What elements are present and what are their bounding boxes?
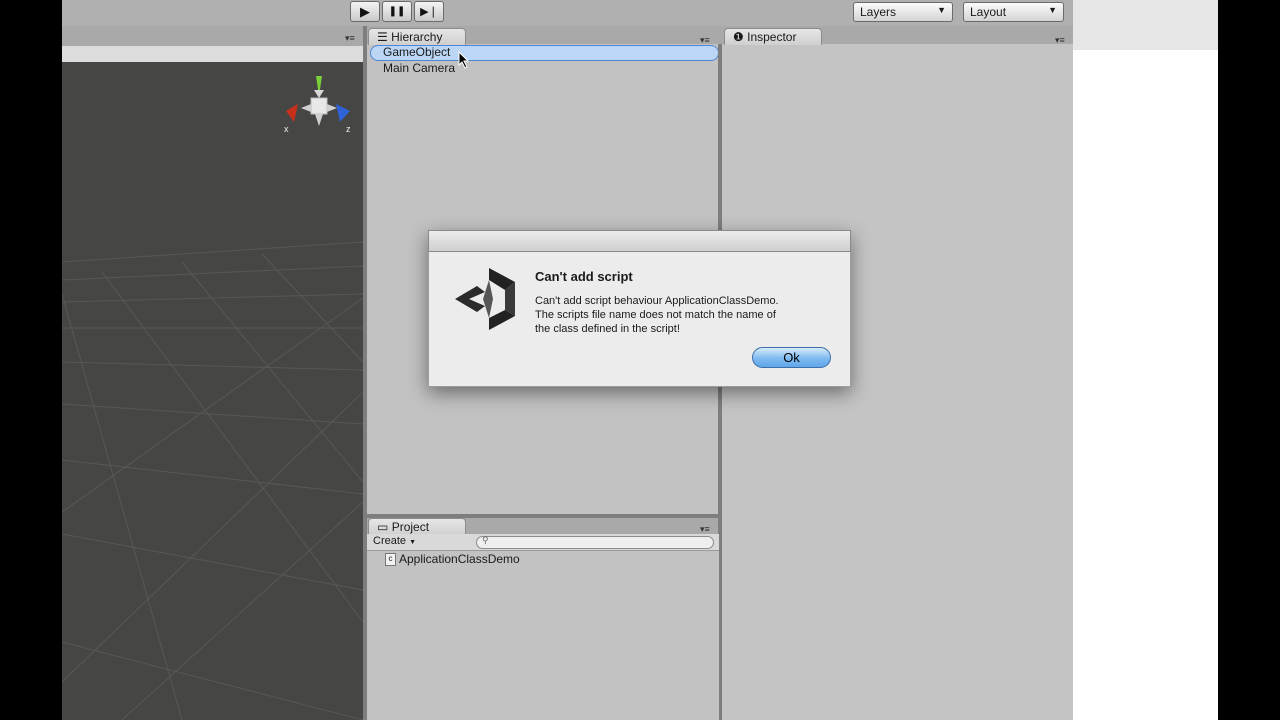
script-file-icon: c <box>385 553 396 566</box>
scene-view[interactable]: x z <box>62 62 363 720</box>
tab-inspector[interactable]: ❶ Inspector <box>724 28 822 45</box>
pause-button[interactable]: ❚❚ <box>382 1 412 22</box>
project-search-input[interactable]: ⚲ <box>476 535 714 549</box>
play-icon: ▶ <box>360 3 370 19</box>
project-tab-label: Project <box>391 520 430 534</box>
layers-dropdown-label: Layers <box>860 5 897 19</box>
desktop-area-top <box>1073 0 1218 50</box>
chevron-down-icon: ▼ <box>937 5 946 15</box>
step-button[interactable]: ▶❘ <box>414 1 444 22</box>
create-dropdown-label: Create <box>373 535 407 547</box>
chevron-down-icon: ▼ <box>1048 5 1057 15</box>
tab-project[interactable]: ▭ Project <box>368 518 466 535</box>
dialog-titlebar[interactable] <box>428 230 851 252</box>
folder-icon: ▭ <box>377 520 389 534</box>
hierarchy-tab-label: Hierarchy <box>391 30 443 44</box>
chevron-down-icon: ▼ <box>409 539 417 546</box>
hierarchy-list-icon: ☰ <box>377 30 388 44</box>
mouse-cursor-icon <box>458 51 470 69</box>
layout-dropdown[interactable]: Layout ▼ <box>963 2 1064 22</box>
scene-tab-strip: ▾≡ <box>62 26 363 46</box>
search-icon: ⚲ <box>482 535 489 545</box>
layers-dropdown[interactable]: Layers ▼ <box>853 2 953 22</box>
dialog-title: Can't add script <box>535 269 633 284</box>
create-dropdown[interactable]: Create ▼ <box>373 535 416 549</box>
hierarchy-item-gameobject[interactable]: GameObject <box>383 44 450 60</box>
ok-button[interactable]: Ok <box>752 347 831 368</box>
step-icon: ▶❘ <box>420 6 438 18</box>
tab-hierarchy[interactable]: ☰ Hierarchy <box>368 28 466 45</box>
scene-grid <box>62 241 363 720</box>
inspector-tab-label: Inspector <box>747 30 797 44</box>
info-icon: ❶ <box>733 30 744 44</box>
dialog-message-line: Can't add script behaviour ApplicationCl… <box>535 295 779 307</box>
dialog-message: Can't add script behaviour ApplicationCl… <box>535 294 779 336</box>
inspector-panel-menu-icon[interactable]: ▾≡ <box>1055 35 1065 46</box>
dialog-body: Can't add script Can't add script behavi… <box>428 252 851 387</box>
project-item-applicationclassdemo[interactable]: ApplicationClassDemo <box>399 552 520 566</box>
pause-icon: ❚❚ <box>388 6 406 17</box>
dialog-message-line: the class defined in the script! <box>535 323 680 335</box>
unity-logo-icon <box>455 268 515 330</box>
desktop-area <box>1073 0 1218 720</box>
dialog-message-line: The scripts file name does not match the… <box>535 309 776 321</box>
play-button[interactable]: ▶ <box>350 1 380 22</box>
toolbar: ▶ ❚❚ ▶❘ Layers ▼ Layout ▼ <box>62 0 1073 26</box>
gizmo-x-label: x <box>284 124 289 134</box>
error-dialog: Can't add script Can't add script behavi… <box>428 230 851 387</box>
hierarchy-item-main-camera[interactable]: Main Camera <box>383 60 455 76</box>
gizmo-z-label: z <box>346 124 351 134</box>
layout-dropdown-label: Layout <box>970 5 1007 19</box>
panel-menu-icon[interactable]: ▾≡ <box>345 33 355 44</box>
scene-view-header <box>62 46 363 63</box>
